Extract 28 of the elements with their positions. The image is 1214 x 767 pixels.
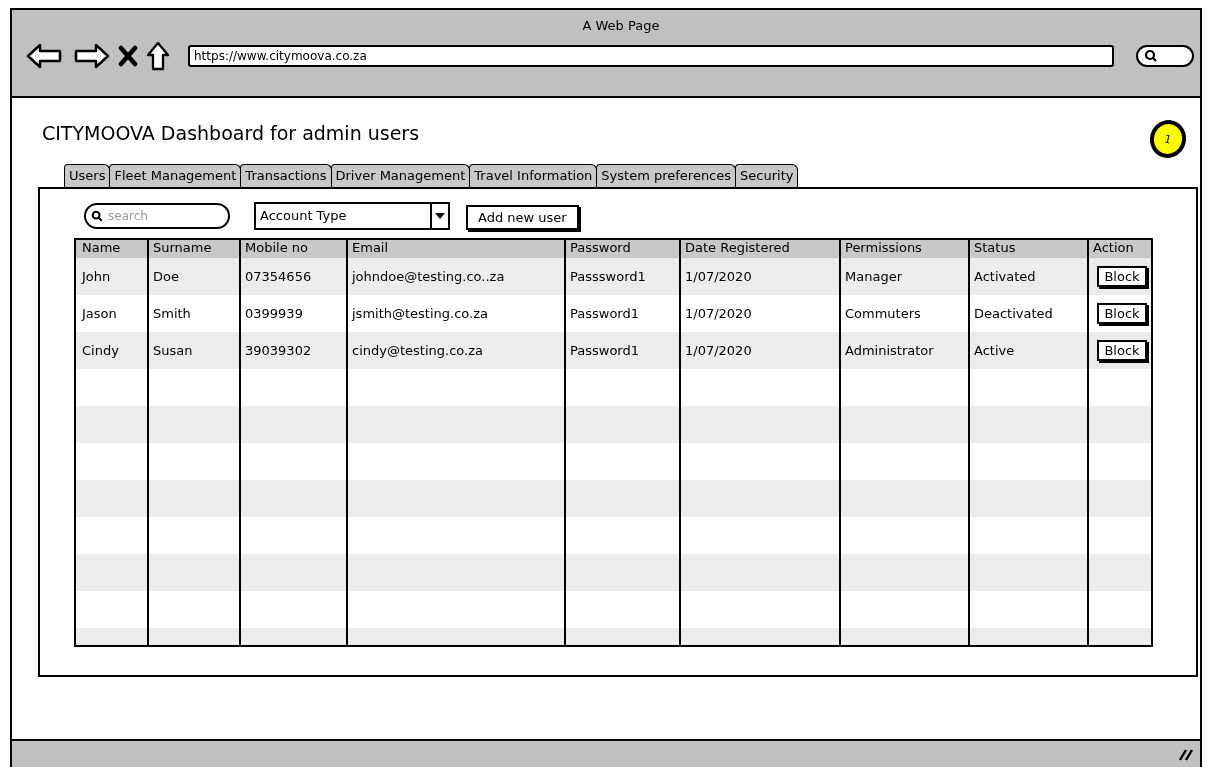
block-button[interactable]: Block [1097, 266, 1147, 287]
table-cell-text: Jason [80, 305, 118, 323]
tab[interactable]: System preferences [596, 164, 737, 187]
search-button[interactable] [1136, 45, 1194, 67]
search-icon [91, 209, 103, 222]
address-field[interactable]: https://www.citymoova.co.za [188, 45, 1114, 67]
block-button[interactable]: Block [1097, 303, 1147, 324]
tab[interactable]: Travel Information [469, 164, 598, 187]
tab[interactable]: Users [64, 164, 111, 187]
forward-arrow-icon[interactable] [72, 42, 110, 70]
back-arrow-icon[interactable] [26, 42, 64, 70]
table-cell-text: Cindy [81, 342, 120, 360]
tab[interactable]: Security [735, 164, 799, 187]
caret-icon [435, 211, 445, 220]
table-cell-text: John [80, 268, 112, 286]
column-header: Name [81, 240, 122, 257]
search-field[interactable]: search [84, 202, 230, 229]
account-type-dropdown[interactable]: Account Type [254, 201, 450, 230]
resize-grip-icon [1178, 747, 1194, 761]
block-button[interactable]: Block [1097, 340, 1147, 361]
add-user-button[interactable]: Add new user [466, 205, 579, 230]
tab[interactable]: Transactions [240, 164, 332, 187]
window-title: A Web Page [582, 18, 660, 33]
page-heading: CITYMOOVA Dashboard for admin users [42, 122, 420, 144]
tab[interactable]: Fleet Management [109, 164, 242, 187]
search-icon [1144, 49, 1158, 63]
tab[interactable]: Driver Management [330, 164, 471, 187]
close-icon[interactable] [118, 45, 138, 67]
